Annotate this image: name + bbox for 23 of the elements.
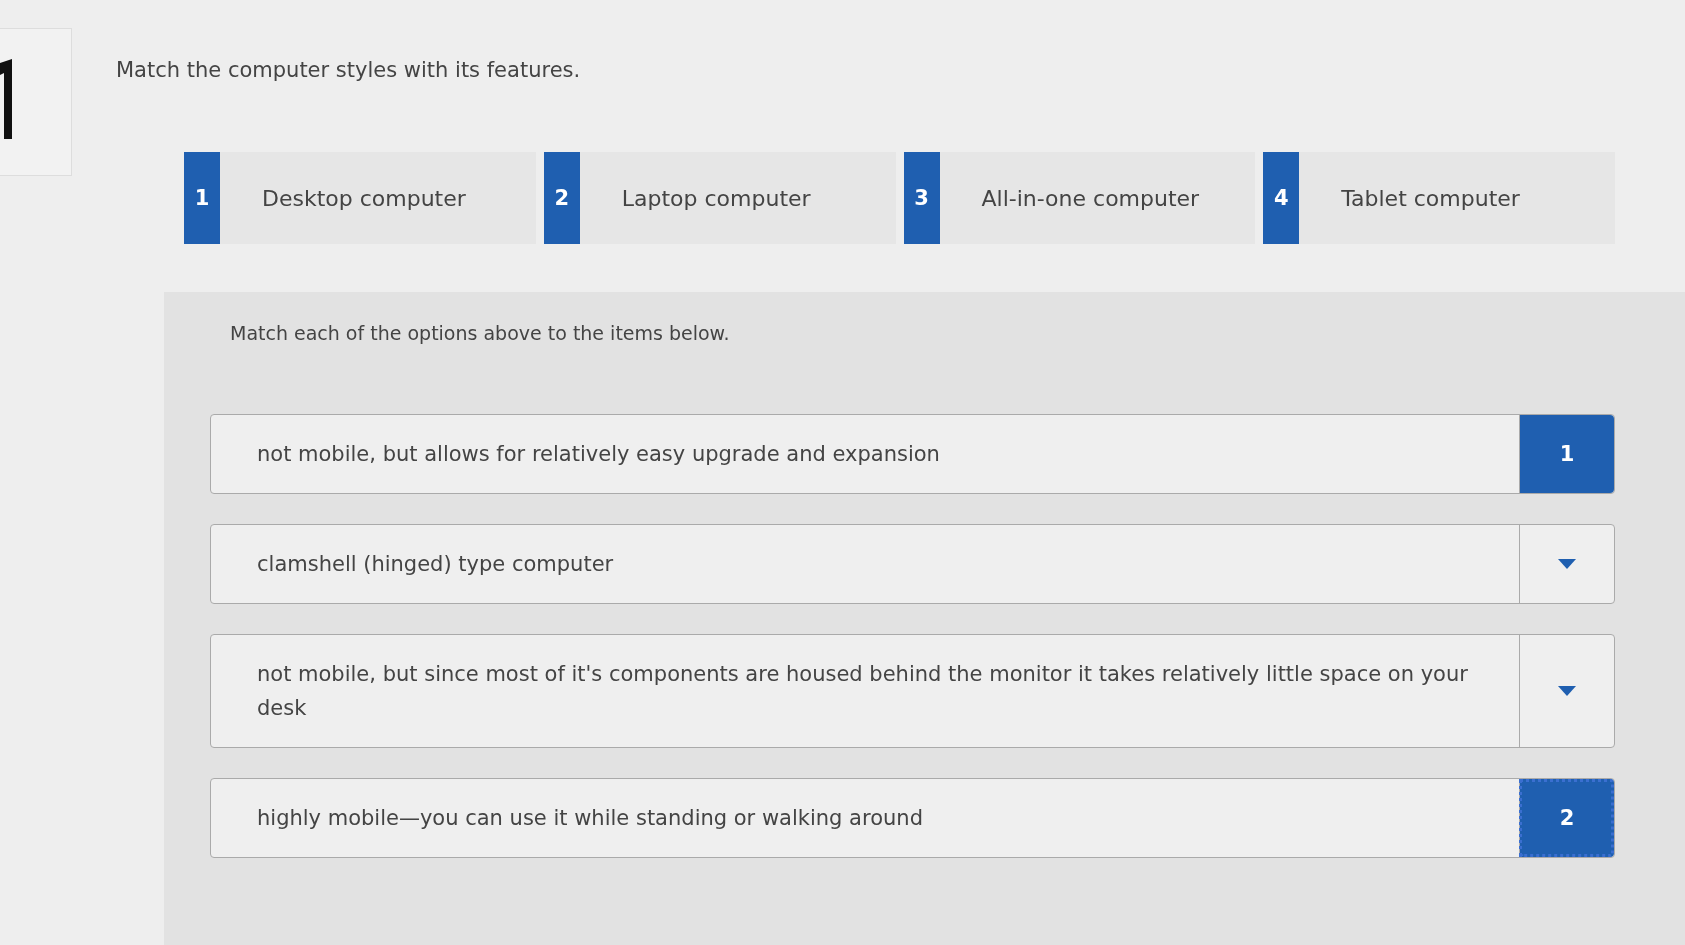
instruction-text: Match each of the options above to the items below. bbox=[230, 322, 731, 344]
option-number: 1 bbox=[184, 152, 220, 244]
question-marker-icon bbox=[0, 59, 14, 139]
option-card[interactable]: 1 Desktop computer bbox=[184, 152, 536, 244]
item-text: not mobile, but since most of it's components are housed behind the monitor it takes relatively little space on your desk bbox=[256, 661, 1469, 722]
option-number: 4 bbox=[1263, 152, 1300, 244]
option-label: Tablet computer bbox=[1341, 185, 1520, 211]
option-label: Laptop computer bbox=[621, 185, 811, 211]
option-label: Desktop computer bbox=[262, 185, 466, 211]
item-text: highly mobile—you can use it while standing or walking around bbox=[256, 805, 924, 832]
option-number: 3 bbox=[903, 152, 940, 244]
option-card[interactable]: 3 All-in-one computer bbox=[903, 152, 1256, 244]
answer-select[interactable]: 2 bbox=[1519, 779, 1614, 857]
item-text: not mobile, but allows for relatively easy upgrade and expansion bbox=[256, 441, 941, 468]
option-label: All-in-one computer bbox=[981, 185, 1200, 211]
item-text: clamshell (hinged) type computer bbox=[256, 551, 615, 578]
option-card[interactable]: 2 Laptop computer bbox=[543, 152, 896, 244]
caret-icon bbox=[1558, 686, 1576, 696]
question-text: Match the computer styles with its features. bbox=[116, 58, 582, 82]
option-card[interactable]: 4 Tablet computer bbox=[1263, 152, 1615, 244]
caret-icon bbox=[1558, 559, 1576, 569]
answer-select[interactable]: 1 bbox=[1519, 415, 1614, 493]
option-number: 2 bbox=[543, 152, 580, 244]
